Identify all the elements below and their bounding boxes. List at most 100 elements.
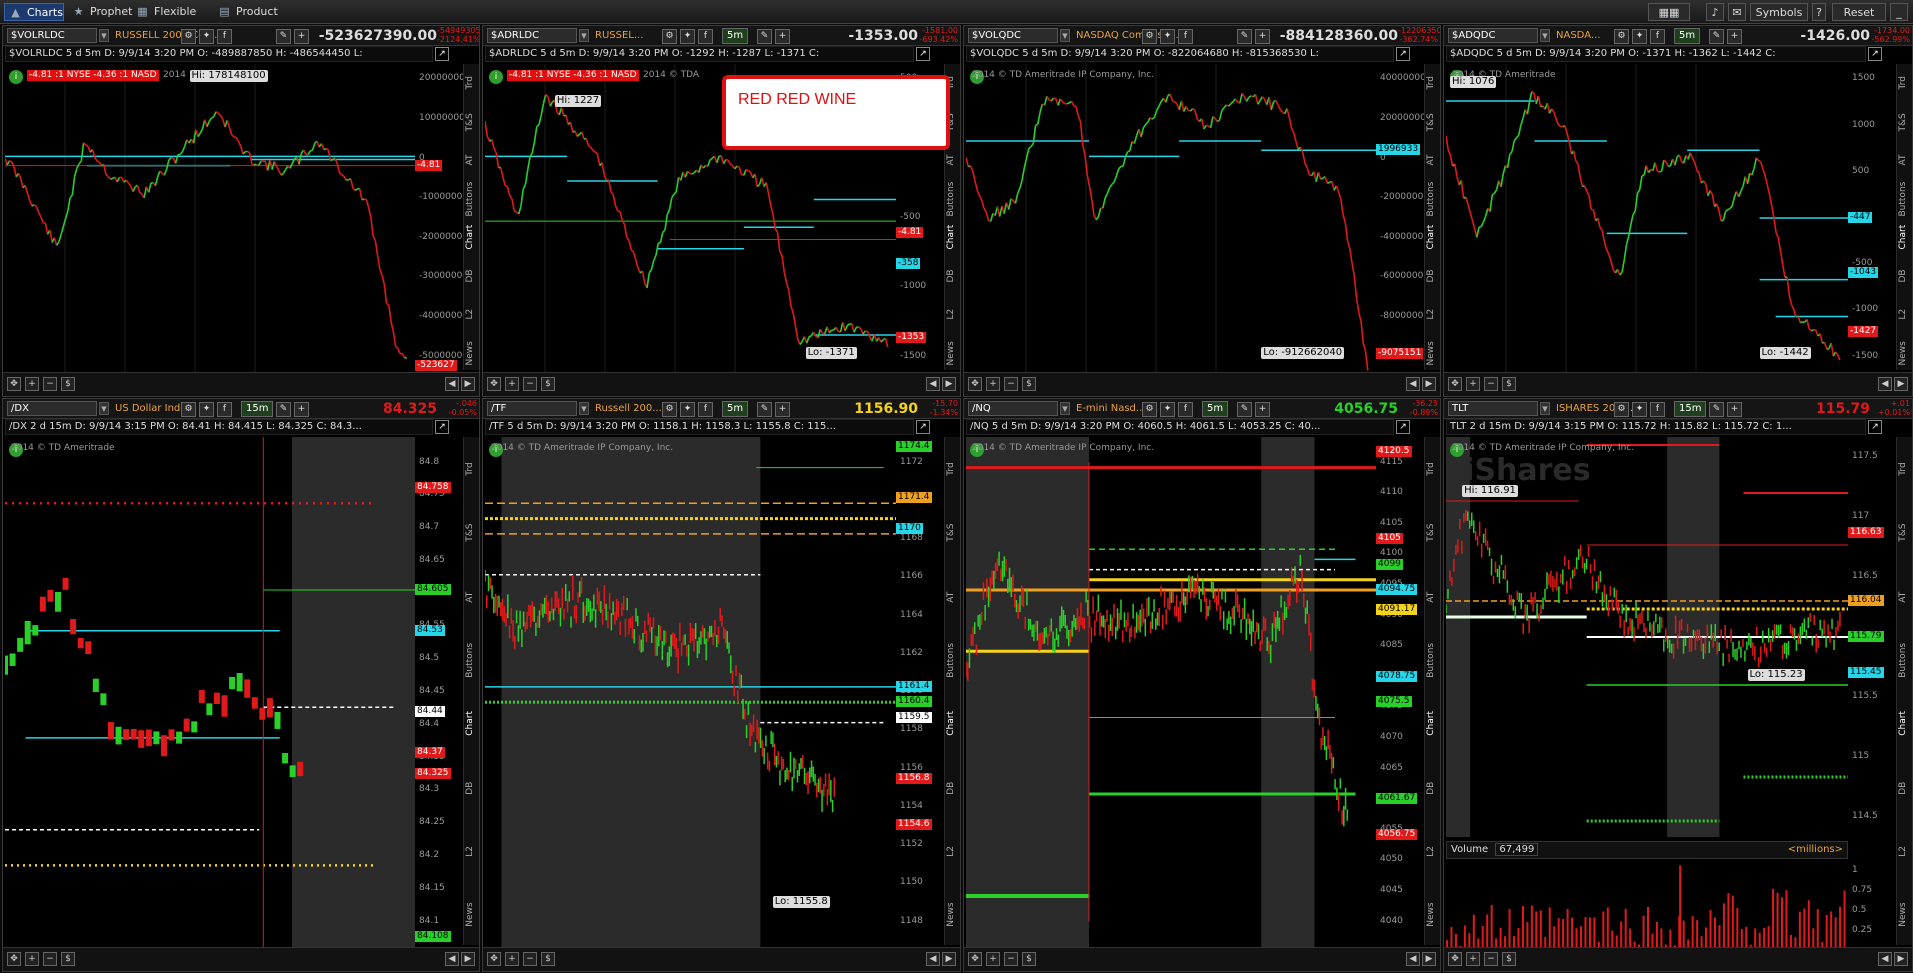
move-icon[interactable]: ✥ xyxy=(7,952,21,966)
side-tab-trd[interactable]: Trd xyxy=(1898,64,1912,103)
tab-prophet[interactable]: ★ Prophet xyxy=(68,3,133,21)
draw-line-icon[interactable]: ↗ xyxy=(916,420,930,434)
side-tab-trd[interactable]: Trd xyxy=(465,64,479,103)
pencil-icon[interactable]: ✎ xyxy=(276,402,291,417)
chevron-down-icon[interactable]: ▼ xyxy=(99,402,109,415)
pencil-icon[interactable]: ✎ xyxy=(757,402,772,417)
pencil-icon[interactable]: ✎ xyxy=(1709,402,1724,417)
crosshair-icon[interactable]: + xyxy=(775,29,790,44)
zoom-in-icon[interactable]: + xyxy=(1466,377,1480,391)
scroll-left-icon[interactable]: ◀ xyxy=(926,377,940,391)
side-tab-news[interactable]: News xyxy=(946,883,960,947)
zoom-out-icon[interactable]: − xyxy=(1484,377,1498,391)
zoom-out-icon[interactable]: − xyxy=(1004,377,1018,391)
price-chart[interactable] xyxy=(485,437,896,947)
pencil-icon[interactable]: ✎ xyxy=(1237,29,1252,44)
zoom-out-icon[interactable]: − xyxy=(523,952,537,966)
move-icon[interactable]: ✥ xyxy=(487,377,501,391)
side-tab-db[interactable]: DB xyxy=(1426,756,1440,820)
style-icon[interactable]: ✦ xyxy=(1632,29,1647,44)
alert-bell-icon[interactable]: ♪ xyxy=(1706,3,1724,21)
dollar-icon[interactable]: $ xyxy=(1502,377,1516,391)
scroll-right-icon[interactable]: ▶ xyxy=(1894,952,1908,966)
side-tab-buttons[interactable]: Buttons xyxy=(1898,628,1912,692)
gear-icon[interactable]: ⚙ xyxy=(1614,402,1629,417)
studies-icon[interactable]: f xyxy=(217,402,232,417)
side-tab-chart[interactable]: Chart xyxy=(946,692,960,756)
zoom-out-icon[interactable]: − xyxy=(1004,952,1018,966)
side-tab-buttons[interactable]: Buttons xyxy=(1426,628,1440,692)
studies-icon[interactable]: f xyxy=(1650,29,1665,44)
zoom-in-icon[interactable]: + xyxy=(986,952,1000,966)
gear-icon[interactable]: ⚙ xyxy=(662,29,677,44)
info-icon[interactable]: i xyxy=(489,70,503,84)
pencil-icon[interactable]: ✎ xyxy=(276,29,291,44)
side-tab-ts[interactable]: T&S xyxy=(946,501,960,565)
dollar-icon[interactable]: $ xyxy=(1502,952,1516,966)
timeframe-selector[interactable]: 5m xyxy=(1202,401,1229,417)
side-tab-news[interactable]: News xyxy=(1426,334,1440,373)
side-tab-trd[interactable]: Trd xyxy=(1426,437,1440,501)
message-icon[interactable]: ✉ xyxy=(1728,3,1746,21)
gear-icon[interactable]: ⚙ xyxy=(1142,402,1157,417)
dollar-icon[interactable]: $ xyxy=(1022,952,1036,966)
chevron-down-icon[interactable]: ▼ xyxy=(1540,29,1550,42)
side-tab-at[interactable]: AT xyxy=(465,141,479,180)
crosshair-icon[interactable]: + xyxy=(1727,402,1742,417)
grid-layout-button[interactable]: ▦▦ xyxy=(1648,3,1690,21)
gear-icon[interactable]: ⚙ xyxy=(181,402,196,417)
side-tab-at[interactable]: AT xyxy=(1898,565,1912,629)
side-tab-ts[interactable]: T&S xyxy=(465,501,479,565)
zoom-in-icon[interactable]: + xyxy=(1466,952,1480,966)
side-tab-at[interactable]: AT xyxy=(1898,141,1912,180)
dollar-icon[interactable]: $ xyxy=(1022,377,1036,391)
draw-line-icon[interactable]: ↗ xyxy=(1868,420,1882,434)
zoom-in-icon[interactable]: + xyxy=(505,377,519,391)
side-tab-trd[interactable]: Trd xyxy=(465,437,479,501)
zoom-out-icon[interactable]: − xyxy=(43,952,57,966)
symbol-field[interactable]: /DX xyxy=(7,401,97,416)
reset-button[interactable]: Reset xyxy=(1832,3,1886,21)
info-icon[interactable]: i xyxy=(9,70,23,84)
side-tab-chart[interactable]: Chart xyxy=(1426,218,1440,257)
tab-product-depth[interactable]: ▤Product Depth xyxy=(214,3,304,36)
side-tab-buttons[interactable]: Buttons xyxy=(465,180,479,219)
side-tab-l2[interactable]: L2 xyxy=(946,820,960,884)
side-tab-news[interactable]: News xyxy=(465,334,479,373)
chevron-down-icon[interactable]: ▼ xyxy=(1060,402,1070,415)
dollar-icon[interactable]: $ xyxy=(61,952,75,966)
side-tab-l2[interactable]: L2 xyxy=(946,295,960,334)
crosshair-icon[interactable]: + xyxy=(294,402,309,417)
zoom-in-icon[interactable]: + xyxy=(25,952,39,966)
draw-line-icon[interactable]: ↗ xyxy=(435,47,449,61)
scroll-left-icon[interactable]: ◀ xyxy=(1406,952,1420,966)
price-chart[interactable] xyxy=(5,437,415,947)
side-tab-news[interactable]: News xyxy=(465,883,479,947)
side-tab-news[interactable]: News xyxy=(946,334,960,373)
draw-line-icon[interactable]: ↗ xyxy=(916,47,930,61)
crosshair-icon[interactable]: + xyxy=(1255,402,1270,417)
side-tab-ts[interactable]: T&S xyxy=(1898,103,1912,142)
side-tab-db[interactable]: DB xyxy=(465,257,479,296)
dollar-icon[interactable]: $ xyxy=(541,952,555,966)
side-tab-db[interactable]: DB xyxy=(946,257,960,296)
side-tab-buttons[interactable]: Buttons xyxy=(1426,180,1440,219)
draw-line-icon[interactable]: ↗ xyxy=(1396,47,1410,61)
side-tab-db[interactable]: DB xyxy=(465,756,479,820)
dollar-icon[interactable]: $ xyxy=(541,377,555,391)
side-tab-ts[interactable]: T&S xyxy=(465,103,479,142)
move-icon[interactable]: ✥ xyxy=(968,377,982,391)
symbol-field[interactable]: $ADRLDC xyxy=(487,28,577,43)
style-icon[interactable]: ✦ xyxy=(680,29,695,44)
gear-icon[interactable]: ⚙ xyxy=(181,29,196,44)
timeframe-selector[interactable]: 15m xyxy=(1674,401,1707,417)
side-tab-at[interactable]: AT xyxy=(1426,141,1440,180)
zoom-in-icon[interactable]: + xyxy=(986,377,1000,391)
side-tab-db[interactable]: DB xyxy=(946,756,960,820)
scroll-right-icon[interactable]: ▶ xyxy=(1422,952,1436,966)
move-icon[interactable]: ✥ xyxy=(1448,952,1462,966)
side-tab-trd[interactable]: Trd xyxy=(1426,64,1440,103)
side-tab-at[interactable]: AT xyxy=(946,565,960,629)
chevron-down-icon[interactable]: ▼ xyxy=(1060,29,1070,42)
scroll-left-icon[interactable]: ◀ xyxy=(445,377,459,391)
